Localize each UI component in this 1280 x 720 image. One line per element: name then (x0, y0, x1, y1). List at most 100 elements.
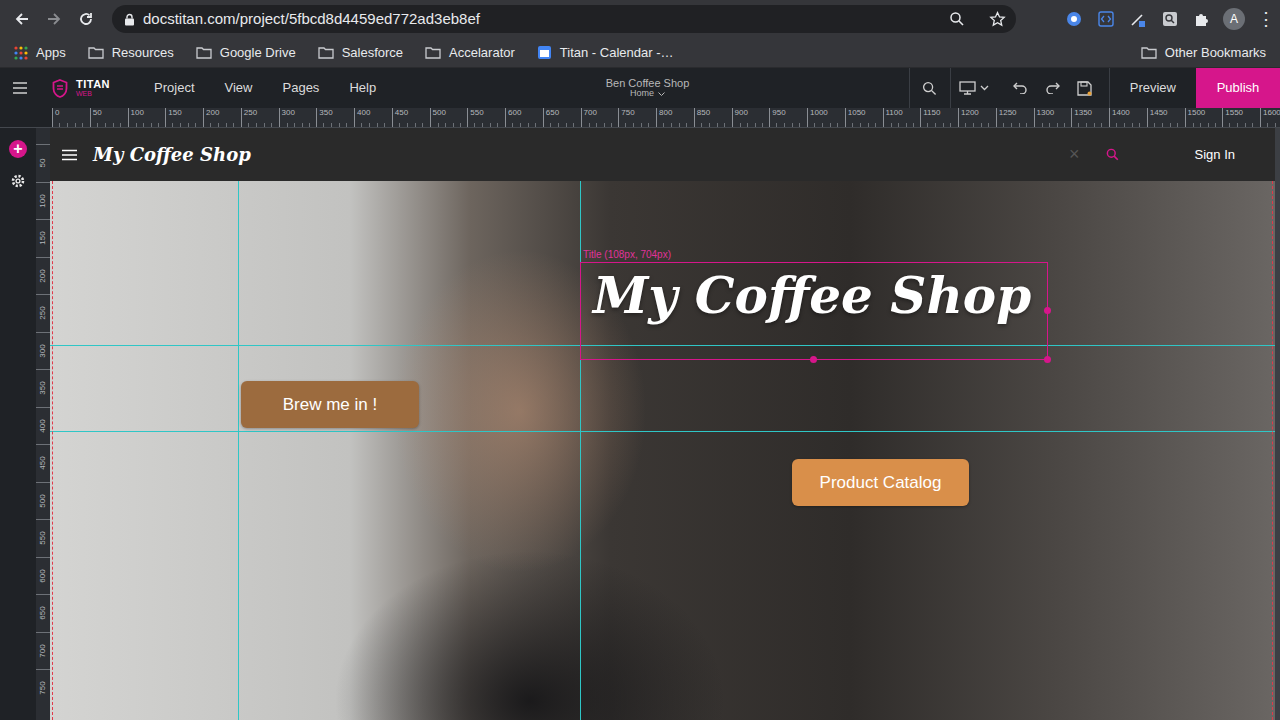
project-title[interactable]: Ben Coffee Shop Home (420, 77, 875, 99)
save-icon[interactable] (1069, 68, 1101, 108)
ruler-mark: 400 (354, 108, 392, 128)
hamburger-icon[interactable] (62, 149, 77, 161)
ruler-mark: 150 (165, 108, 203, 128)
ruler-mark: 1050 (845, 108, 883, 128)
design-canvas[interactable]: My Coffee Shop × Sign In Title (108px, 7… (50, 128, 1275, 720)
bookmark-item[interactable]: Apps (14, 43, 66, 63)
ruler-mark: 100 (37, 194, 49, 207)
guide-line[interactable] (580, 128, 581, 720)
ruler-mark: 1000 (807, 108, 845, 128)
ruler-mark-slot: 450 (36, 444, 50, 482)
title-element[interactable]: Title (108px, 704px) My Coffee Shop (580, 262, 1048, 360)
logo-text: TITAN (76, 79, 110, 90)
reload-icon[interactable] (72, 5, 100, 33)
site-header[interactable]: My Coffee Shop × Sign In (50, 128, 1275, 181)
device-selector[interactable] (951, 81, 997, 95)
bookmark-item[interactable]: Google Drive (196, 43, 296, 63)
ruler-mark: 1600 (1260, 108, 1280, 128)
ruler-mark: 600 (505, 108, 543, 128)
ruler-mark: 650 (37, 607, 49, 620)
guide-line[interactable] (50, 431, 1275, 432)
other-bookmarks[interactable]: Other Bookmarks (1141, 43, 1266, 63)
bookmark-item[interactable]: Accelarator (425, 43, 515, 63)
resize-handle[interactable] (1044, 356, 1051, 363)
menu-item[interactable]: Project (154, 78, 194, 98)
chevron-icon[interactable] (658, 92, 665, 97)
page-name[interactable]: Home (630, 89, 654, 99)
editor-toolbar: TITAN WEB Project View Pages Help Ben Coffe… (0, 68, 1280, 108)
search-icon[interactable] (914, 68, 946, 108)
ruler-mark: 1200 (958, 108, 996, 128)
ruler-mark: 150 (37, 232, 49, 245)
bookmark-label[interactable]: Salesforce (342, 43, 403, 63)
star-icon[interactable] (989, 11, 1006, 28)
ruler-mark: 600 (37, 569, 49, 582)
site-brand[interactable]: My Coffee Shop (93, 141, 251, 168)
ruler-mark: 700 (581, 108, 619, 128)
resize-handle[interactable] (810, 356, 817, 363)
resize-handle[interactable] (1044, 307, 1051, 314)
menu-item[interactable]: Help (349, 78, 376, 98)
bookmark-label[interactable]: Resources (112, 43, 174, 63)
browser-menu[interactable]: ⋮ (1252, 5, 1280, 33)
back-icon[interactable] (8, 5, 36, 33)
titan-logo[interactable]: TITAN WEB (52, 79, 110, 98)
menu-item[interactable]: View (225, 78, 253, 98)
undo-icon[interactable] (1005, 68, 1037, 108)
ruler-mark: 650 (543, 108, 581, 128)
menu-item[interactable]: Pages (283, 78, 320, 98)
scrollbar[interactable] (1275, 128, 1280, 720)
folder-icon (196, 46, 212, 59)
bookmark-item[interactable]: Resources (88, 43, 174, 63)
bookmark-label[interactable]: Google Drive (220, 43, 296, 63)
ruler-mark: 550 (37, 532, 49, 545)
bookmark-label[interactable]: Titan - Calendar -… (560, 43, 674, 63)
ruler-mark: 0 (52, 108, 90, 128)
ruler-mark-slot: 500 (36, 482, 50, 520)
add-element-button[interactable]: + (9, 140, 27, 158)
editor-workspace: 0501001502002503003504004505005506006507… (0, 108, 1280, 720)
address-bar[interactable]: docstitan.com/project/5fbcd8d4459ed772ad… (112, 5, 1016, 33)
logo-subtext: WEB (76, 90, 110, 97)
close-search[interactable]: × (1069, 141, 1080, 168)
code-extension-icon[interactable] (1092, 5, 1120, 33)
hero-button[interactable]: Brew me in ! (241, 381, 419, 428)
guide-line[interactable] (50, 345, 1275, 346)
ruler-mark: 1250 (996, 108, 1034, 128)
hero-image[interactable]: Title (108px, 704px) My Coffee Shop Brew… (50, 181, 1275, 720)
puzzle-icon[interactable] (1188, 5, 1216, 33)
profile-avatar[interactable]: A (1220, 5, 1248, 33)
zoom-icon[interactable] (949, 11, 965, 27)
ruler-mark: 50 (37, 159, 49, 168)
ruler-mark-slot: 300 (36, 332, 50, 370)
url-text[interactable]: docstitan.com/project/5fbcd8d4459ed772ad… (143, 8, 941, 31)
bookmark-label[interactable]: Apps (36, 43, 66, 63)
preview-button[interactable]: Preview (1110, 78, 1196, 98)
ruler-mark-slot: 150 (36, 219, 50, 257)
project-name: Ben Coffee Shop (606, 77, 690, 89)
search-icon[interactable] (1106, 148, 1119, 161)
inspect-extension-icon[interactable] (1156, 5, 1184, 33)
ruler-mark: 200 (203, 108, 241, 128)
ruler-mark: 400 (37, 419, 49, 432)
sign-in-link[interactable]: Sign In (1195, 145, 1235, 165)
bookmark-item[interactable]: Titan - Calendar -… (537, 43, 674, 63)
publish-button[interactable]: Publish (1196, 68, 1280, 108)
hero-title[interactable]: My Coffee Shop (593, 267, 1035, 325)
ruler-mark: 350 (37, 382, 49, 395)
ruler-mark-slot: 50 (36, 144, 50, 182)
other-bookmarks-label[interactable]: Other Bookmarks (1165, 43, 1266, 63)
guide-line[interactable] (238, 128, 239, 720)
settings-gear-icon[interactable] (11, 168, 25, 192)
forward-icon[interactable] (40, 5, 68, 33)
bookmark-label[interactable]: Accelarator (449, 43, 515, 63)
extension-icon[interactable] (1060, 5, 1088, 33)
ruler-mark-slot: 700 (36, 632, 50, 670)
ruler-mark: 950 (769, 108, 807, 128)
bookmark-item[interactable]: Salesforce (318, 43, 403, 63)
pen-extension-icon[interactable] (1124, 5, 1152, 33)
hero-button[interactable]: Product Catalog (792, 459, 969, 506)
avatar-letter[interactable]: A (1223, 8, 1245, 30)
hamburger-icon[interactable] (4, 68, 36, 108)
redo-icon[interactable] (1037, 68, 1069, 108)
